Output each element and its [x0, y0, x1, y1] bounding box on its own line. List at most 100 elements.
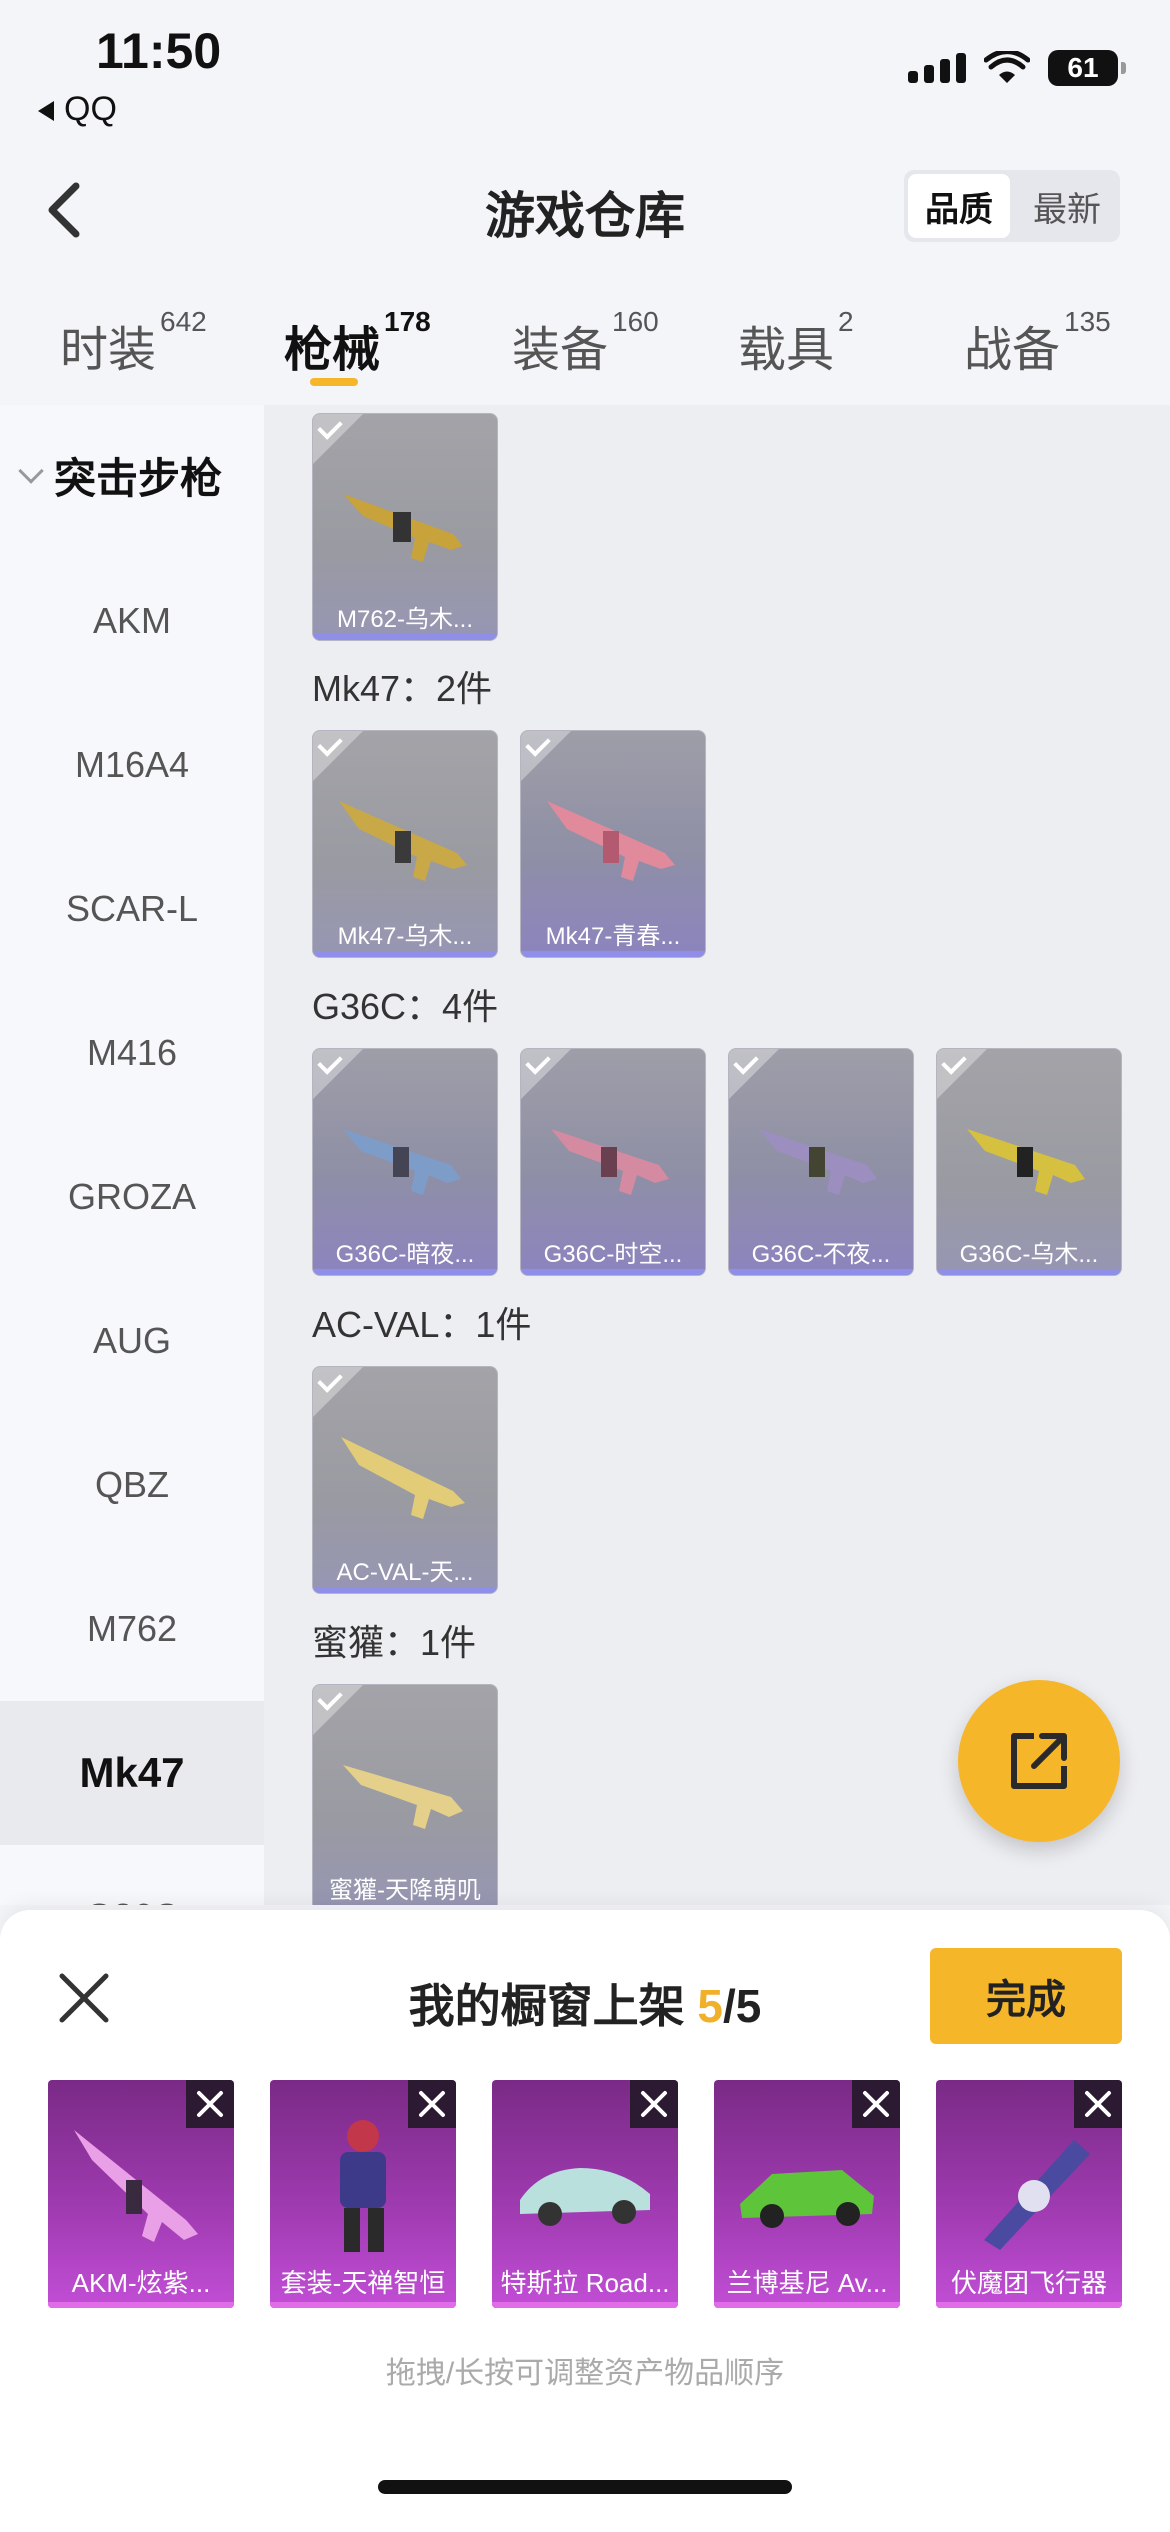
sidebar-item-aug[interactable]: AUG: [0, 1269, 264, 1413]
sidebar-item-m416[interactable]: M416: [0, 981, 264, 1125]
sort-toggle: 品质 最新: [904, 170, 1120, 242]
share-icon: [1011, 1733, 1067, 1789]
tab-count: 160: [612, 306, 659, 337]
item-card[interactable]: G36C-时空...: [520, 1048, 706, 1276]
close-icon: [863, 2091, 889, 2117]
rifle-icon: [547, 801, 675, 881]
sort-newest-button[interactable]: 最新: [1014, 170, 1120, 242]
quality-bar: [270, 2302, 456, 2308]
sidebar-group-assault-rifles[interactable]: 突击步枪: [18, 445, 222, 506]
shelf-item[interactable]: 特斯拉 Road...: [492, 2080, 678, 2308]
done-button[interactable]: 完成: [930, 1948, 1122, 2044]
item-name: G36C-时空...: [543, 1241, 683, 1268]
rifle-icon: [967, 1129, 1085, 1195]
shelf-item-name: 兰博基尼 Av...: [726, 2268, 888, 2298]
tab-vehicles[interactable]: 载具2: [738, 306, 854, 380]
shelf-item[interactable]: AKM-炫紫...: [48, 2080, 234, 2308]
rifle-icon: [341, 1437, 465, 1519]
tab-gear[interactable]: 战备135: [964, 306, 1111, 380]
item-card[interactable]: AC-VAL-天...: [312, 1366, 498, 1594]
outfit-icon: [340, 2120, 386, 2252]
item-name: G36C-乌木...: [959, 1241, 1099, 1268]
item-card[interactable]: G36C-乌木...: [936, 1048, 1122, 1276]
signal-icon: [908, 53, 966, 83]
sidebar-item-m762[interactable]: M762: [0, 1557, 264, 1701]
share-button[interactable]: [958, 1680, 1120, 1842]
item-card[interactable]: Mk47-青春...: [520, 730, 706, 958]
quality-bar: [521, 1269, 705, 1275]
showcase-panel: 我的橱窗上架 5/5 完成 AKM-炫紫... 套装-天禅智恒 特斯拉 Road…: [0, 1910, 1170, 2532]
sidebar-item-scar-l[interactable]: SCAR-L: [0, 837, 264, 981]
tab-count: 135: [1064, 306, 1111, 337]
quality-bar: [313, 1269, 497, 1275]
tab-label: 战备: [964, 324, 1061, 377]
sidebar-item-g36c[interactable]: G36C: [0, 1845, 264, 1905]
header: 游戏仓库 品质 最新: [0, 150, 1170, 260]
rifle-icon: [551, 1129, 669, 1195]
close-icon: [1085, 2091, 1111, 2117]
back-triangle-icon: [38, 101, 54, 122]
item-card[interactable]: Mk47-乌木...: [312, 730, 498, 958]
item-card[interactable]: G36C-不夜...: [728, 1048, 914, 1276]
showcase-shelf: AKM-炫紫... 套装-天禅智恒 特斯拉 Road... 兰博基尼 Av...…: [48, 2080, 1122, 2308]
item-card[interactable]: G36C-暗夜...: [312, 1048, 498, 1276]
remove-item-button[interactable]: [630, 2080, 678, 2128]
sidebar-item-groza[interactable]: GROZA: [0, 1125, 264, 1269]
tab-equipment[interactable]: 装备160: [512, 306, 659, 380]
item-card[interactable]: 蜜獾-天降萌叽: [312, 1684, 498, 1905]
back-app-label: QQ: [64, 90, 117, 128]
tab-label: 装备: [512, 324, 609, 377]
shelf-item[interactable]: 伏魔团飞行器: [936, 2080, 1122, 2308]
item-card[interactable]: M762-乌木...: [312, 413, 498, 641]
car-icon: [740, 2170, 874, 2228]
tab-label: 载具: [738, 324, 835, 377]
battery-icon: 61: [1048, 50, 1126, 86]
car-icon: [520, 2168, 650, 2226]
shelf-item[interactable]: 套装-天禅智恒: [270, 2080, 456, 2308]
quality-bar: [521, 951, 705, 957]
item-name: G36C-暗夜...: [335, 1241, 475, 1268]
quality-bar: [313, 634, 497, 640]
tab-count: 642: [160, 306, 207, 337]
item-name: G36C-不夜...: [751, 1241, 891, 1268]
sort-quality-button[interactable]: 品质: [908, 174, 1010, 238]
rifle-icon: [74, 2130, 198, 2242]
home-indicator[interactable]: [378, 2480, 792, 2494]
shelf-item-name: 伏魔团飞行器: [950, 2268, 1107, 2298]
close-icon: [641, 2091, 667, 2117]
quality-bar: [936, 2302, 1122, 2308]
tab-fashion[interactable]: 时装642: [60, 306, 207, 380]
item-name: AC-VAL-天...: [336, 1559, 474, 1586]
remove-item-button[interactable]: [186, 2080, 234, 2128]
remove-item-button[interactable]: [1074, 2080, 1122, 2128]
group-label-g36c: G36C：4件: [312, 986, 499, 1027]
close-icon: [419, 2091, 445, 2117]
quality-bar: [937, 1269, 1121, 1275]
tab-label: 时装: [60, 324, 157, 377]
tab-label: 枪械: [284, 324, 381, 377]
quality-bar: [48, 2302, 234, 2308]
rifle-icon: [759, 1129, 877, 1195]
tab-guns[interactable]: 枪械178: [284, 306, 431, 380]
back-to-app-link[interactable]: QQ: [38, 90, 117, 129]
showcase-total: /5: [723, 1980, 762, 2032]
shelf-item[interactable]: 兰博基尼 Av...: [714, 2080, 900, 2308]
remove-item-button[interactable]: [852, 2080, 900, 2128]
sidebar-item-qbz[interactable]: QBZ: [0, 1413, 264, 1557]
battery-level: 61: [1067, 52, 1099, 83]
sidebar-item-akm[interactable]: AKM: [0, 549, 264, 693]
group-label-ac-val: AC-VAL：1件: [312, 1304, 532, 1345]
weapon-sidebar: 突击步枪 AKM M16A4 SCAR-L M416 GROZA AUG QBZ…: [0, 405, 264, 1905]
shelf-item-name: 套装-天禅智恒: [280, 2268, 446, 2298]
status-icons: 61: [908, 50, 1126, 86]
group-label-honey-badger: 蜜獾：1件: [312, 1622, 477, 1663]
group-label-mk47: Mk47：2件: [312, 668, 493, 709]
sidebar-item-m16a4[interactable]: M16A4: [0, 693, 264, 837]
rifle-icon: [339, 801, 467, 881]
reorder-hint: 拖拽/长按可调整资产物品顺序: [385, 2357, 785, 2390]
tab-count: 2: [838, 306, 854, 337]
remove-item-button[interactable]: [408, 2080, 456, 2128]
status-time: 11:50: [96, 23, 222, 79]
item-name: Mk47-青春...: [545, 923, 681, 950]
sidebar-item-mk47[interactable]: Mk47: [0, 1701, 264, 1845]
